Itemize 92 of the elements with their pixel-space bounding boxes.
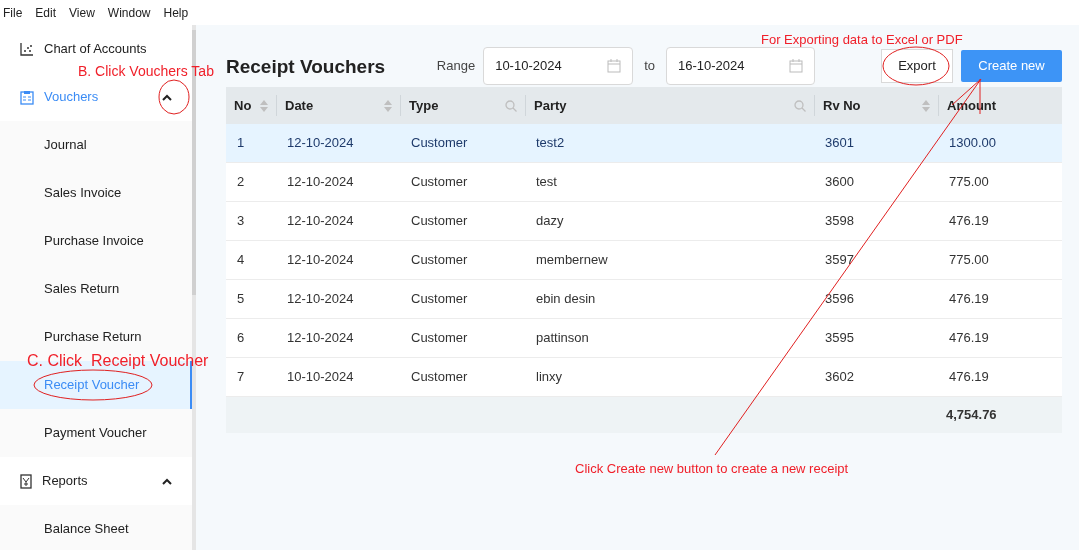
menu-item[interactable]: Window (107, 3, 151, 22)
table-cell-text: 7 (236, 368, 246, 387)
sidebar-item[interactable]: Sales Return (0, 265, 192, 313)
table-cell-text: 12-10-2024 (286, 329, 355, 348)
annotation-text: B. Click Vouchers Tab (78, 63, 214, 79)
table-cell-text: Customer (410, 251, 469, 270)
calendar-icon[interactable] (607, 59, 622, 73)
page-title: Receipt Vouchers (226, 56, 386, 76)
table-cell-text: Customer (410, 173, 469, 192)
table-cell-text: Customer (410, 290, 469, 309)
table-cell-text: test (535, 173, 558, 192)
table-cell-text: dazy (535, 212, 565, 231)
calendar-icon[interactable] (789, 59, 803, 73)
table-cell-text: 12-10-2024 (286, 290, 355, 309)
table-cell-text: 10-10-2024 (286, 368, 355, 387)
table-cell-text: 3 (236, 212, 246, 231)
annotation-text: For Exporting data to Excel or PDF (761, 31, 963, 49)
sort-icon[interactable] (922, 99, 930, 112)
table-cell-text: test2 (535, 134, 566, 153)
annotation-ellipse (882, 46, 950, 86)
search-icon[interactable] (794, 99, 806, 112)
table-cell-text: 3600 (824, 173, 855, 192)
date-field[interactable]: 10-10-2024 (483, 47, 634, 85)
chart-icon (20, 42, 34, 56)
table-cell-text: 476.19 (948, 290, 990, 309)
table-cell-text: pattinson (535, 329, 590, 348)
report-icon (20, 473, 32, 489)
sidebar-item[interactable]: Purchase Invoice (0, 217, 192, 265)
table-cell-text: 476.19 (948, 212, 990, 231)
annotation-text: Click Create new button to create a new receipt (575, 460, 849, 478)
sidebar-item[interactable]: Payment Voucher (0, 409, 192, 457)
clipboard-icon (20, 89, 34, 105)
table-cell-text: Customer (410, 212, 469, 231)
table-cell-text: 12-10-2024 (286, 134, 355, 153)
table-cell-text: 3601 (824, 134, 855, 153)
table-cell-text: 476.19 (948, 368, 990, 387)
menu-item[interactable]: Help (163, 3, 189, 22)
table-cell-text: 3598 (824, 212, 855, 231)
table-cell-text: 775.00 (948, 173, 990, 192)
sort-icon[interactable] (384, 99, 392, 112)
table-row[interactable]: 7 10-10-2024 Customer linxy 3602 476.19 (226, 358, 1062, 397)
table-cell-text: Customer (410, 329, 469, 348)
table-cell-text: 775.00 (948, 251, 990, 270)
table-cell-text: 476.19 (948, 329, 990, 348)
total-amount: 4,754.76 (945, 406, 998, 425)
sidebar-item[interactable]: Sales Invoice (0, 169, 192, 217)
table-cell-text: 2 (236, 173, 246, 192)
table-cell-text: 1 (236, 134, 246, 153)
table-row[interactable]: 5 12-10-2024 Customer ebin desin 3596 476.19 (226, 280, 1062, 319)
table-cell-text: 1300.00 (948, 134, 997, 153)
sidebar-section[interactable]: Chart of Accounts (0, 34, 192, 64)
table-row[interactable]: 3 12-10-2024 Customer dazy 3598 476.19 (226, 202, 1062, 241)
sidebar-item[interactable]: Journal (0, 121, 192, 169)
column-header[interactable]: Rv No (814, 95, 938, 116)
table-cell-text: Customer (410, 134, 469, 153)
column-header[interactable]: Type (400, 95, 525, 116)
table-cell-text: 12-10-2024 (286, 173, 355, 192)
table-cell-text: 3596 (824, 290, 855, 309)
search-icon[interactable] (505, 99, 517, 112)
table-row[interactable]: 6 12-10-2024 Customer pattinson 3595 476.19 (226, 319, 1062, 358)
menu-item[interactable]: File (3, 3, 23, 22)
table-cell-text: 4 (236, 251, 246, 270)
column-header[interactable]: No (226, 87, 276, 124)
table-cell-text: 3602 (824, 368, 855, 387)
range-label: Range (436, 57, 476, 76)
to-label: to (644, 57, 655, 76)
sort-icon[interactable] (260, 99, 268, 112)
table-cell-text: membernew (535, 251, 609, 270)
date-field[interactable]: 16-10-2024 (666, 47, 815, 85)
table-cell-text: 12-10-2024 (286, 251, 355, 270)
menu-item[interactable]: View (69, 3, 95, 22)
table-cell-text: 3595 (824, 329, 855, 348)
table-row[interactable]: 1 12-10-2024 Customer test2 3601 1300.00 (226, 124, 1062, 163)
column-header[interactable]: Date (276, 95, 400, 116)
table-cell-text: Customer (410, 368, 469, 387)
menu-item[interactable]: Edit (35, 3, 57, 22)
column-header[interactable]: Party (525, 95, 814, 116)
chevron-icon[interactable] (162, 93, 172, 101)
chevron-icon[interactable] (162, 477, 172, 485)
annotation-ellipse (158, 79, 190, 115)
export-button[interactable]: Export (881, 49, 953, 83)
sidebar-section[interactable]: Vouchers (0, 82, 192, 112)
table-cell-text: linxy (535, 368, 563, 387)
table-cell-text: 3597 (824, 251, 855, 270)
table-cell-text: 5 (236, 290, 246, 309)
table-cell-text: 6 (236, 329, 246, 348)
table-cell-text: ebin desin (535, 290, 597, 309)
sidebar-item[interactable]: Balance Sheet (0, 505, 192, 550)
table-row[interactable]: 4 12-10-2024 Customer membernew 3597 775.00 (226, 241, 1062, 280)
table-row[interactable]: 2 12-10-2024 Customer test 3600 775.00 (226, 163, 1062, 202)
table-cell-text: 12-10-2024 (286, 212, 355, 231)
sidebar-section[interactable]: Reports (0, 466, 192, 496)
